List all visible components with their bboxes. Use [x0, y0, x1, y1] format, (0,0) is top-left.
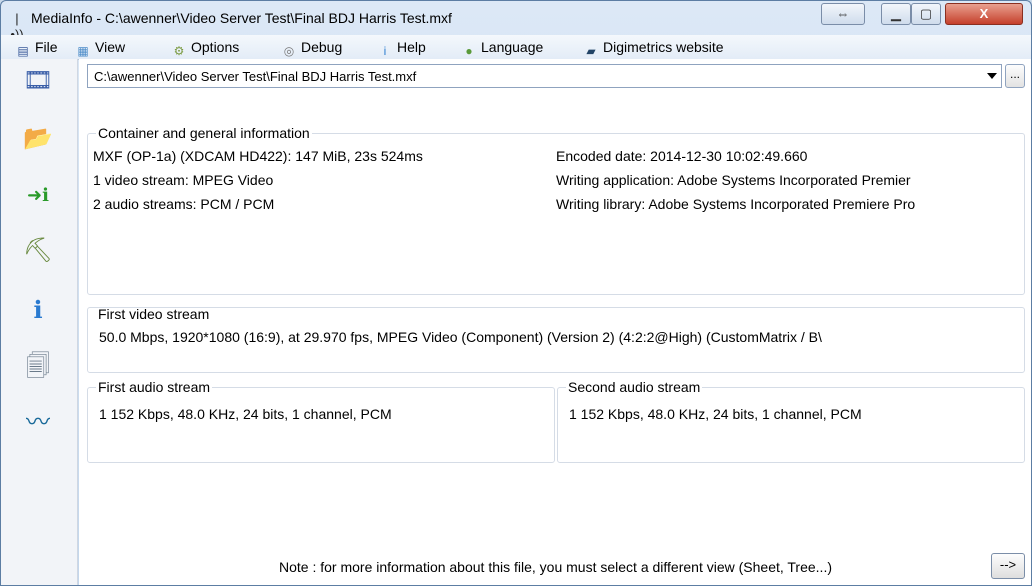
- menu-label: File: [35, 39, 58, 55]
- group-title: Container and general information: [96, 125, 312, 141]
- general-info-line: Writing library: Adobe Systems Incorpora…: [556, 196, 916, 212]
- window-title: MediaInfo - C:\awenner\Video Server Test…: [31, 10, 452, 26]
- minimize-icon: ▁: [891, 6, 901, 21]
- view-hint-note: Note : for more information about this f…: [279, 559, 832, 575]
- export-button[interactable]: ➜ℹ: [18, 175, 58, 215]
- close-button[interactable]: X: [945, 3, 1023, 25]
- menu-bar: ▤ File ▦ View ⚙ Options ◎ Debug i Help ● Langu…: [1, 35, 1031, 60]
- digimetrics-icon: ▰: [586, 44, 596, 58]
- maximize-icon: ▢: [919, 6, 933, 21]
- browse-button[interactable]: ...: [1005, 64, 1025, 88]
- menu-language[interactable]: ● Language: [461, 38, 544, 58]
- help-icon: i: [383, 44, 387, 58]
- close-icon: X: [979, 6, 989, 21]
- menu-label: Digimetrics website: [603, 39, 724, 55]
- group-title: First audio stream: [96, 379, 213, 395]
- debug-icon: ◎: [283, 44, 295, 58]
- mediainfo-window: |•)) MediaInfo - C:\awenner\Video Server…: [0, 0, 1032, 586]
- sidebar-toolbar: 🎞 📂 ➜ℹ ⛏ ℹ 🗐 〰: [1, 59, 78, 585]
- double-arrow-icon: ⇔: [836, 6, 850, 21]
- open-folder-button[interactable]: 📂: [18, 119, 58, 159]
- window-extra-button[interactable]: ⇔: [821, 3, 865, 25]
- general-info-line: MXF (OP-1a) (XDCAM HD422): 147 MiB, 23s …: [93, 148, 423, 164]
- menu-help[interactable]: i Help: [377, 38, 426, 58]
- menu-label: View: [95, 39, 126, 55]
- menu-label: Debug: [301, 39, 343, 55]
- about-button[interactable]: ℹ: [18, 291, 58, 331]
- general-info-line: 2 audio streams: PCM / PCM: [93, 196, 275, 212]
- mediainfo-app-icon: |•)): [10, 11, 23, 42]
- audio-stream-1-info: 1 152 Kbps, 48.0 KHz, 24 bits, 1 channel…: [99, 406, 392, 422]
- language-icon: ●: [465, 44, 473, 58]
- view-icon: ▦: [77, 44, 89, 58]
- file-path-text: C:\awenner\Video Server Test\Final BDJ H…: [94, 69, 417, 84]
- minimize-button[interactable]: ▁: [881, 3, 911, 25]
- next-view-button[interactable]: -->: [991, 553, 1025, 579]
- chevron-down-icon[interactable]: [987, 73, 997, 79]
- options-icon: ⚙: [173, 44, 185, 58]
- audio-stream-1-group: First audio stream 1 152 Kbps, 48.0 KHz,…: [87, 379, 555, 463]
- export-info-icon: ➜ℹ: [27, 185, 49, 205]
- documents-web-button[interactable]: 🗐: [18, 347, 58, 387]
- about-icon: ℹ: [33, 297, 43, 324]
- audio-stream-2-info: 1 152 Kbps, 48.0 KHz, 24 bits, 1 channel…: [569, 406, 862, 422]
- general-info-line: 1 video stream: MPEG Video: [93, 172, 274, 188]
- menu-digimetrics-website[interactable]: ▰ Digimetrics website: [583, 38, 724, 58]
- menu-file[interactable]: ▤ File: [15, 38, 58, 58]
- menu-view[interactable]: ▦ View: [75, 38, 126, 58]
- waveform-icon: 〰: [26, 409, 50, 436]
- menu-label: Language: [481, 39, 544, 55]
- general-info-group: Container and general information MXF (O…: [87, 125, 1025, 295]
- preferences-button[interactable]: ⛏: [18, 231, 58, 271]
- general-info-line: Writing application: Adobe Systems Incor…: [556, 172, 911, 188]
- file-icon: ▤: [17, 44, 29, 58]
- audio-stream-2-group: Second audio stream 1 152 Kbps, 48.0 KHz…: [557, 379, 1025, 463]
- menu-options[interactable]: ⚙ Options: [171, 38, 240, 58]
- file-path-combobox[interactable]: C:\awenner\Video Server Test\Final BDJ H…: [87, 64, 1002, 88]
- group-title: Second audio stream: [566, 379, 703, 395]
- open-file-icon: 🎞: [22, 67, 54, 94]
- main-panel: C:\awenner\Video Server Test\Final BDJ H…: [79, 59, 1031, 585]
- video-stream-info: 50.0 Mbps, 1920*1080 (16:9), at 29.970 f…: [99, 329, 822, 345]
- digimetrics-button[interactable]: 〰: [18, 403, 58, 443]
- title-bar[interactable]: |•)) MediaInfo - C:\awenner\Video Server…: [1, 1, 1031, 42]
- maximize-button[interactable]: ▢: [911, 3, 941, 25]
- menu-label: Options: [191, 39, 240, 55]
- menu-debug[interactable]: ◎ Debug: [281, 38, 343, 58]
- group-title: First video stream: [96, 307, 212, 322]
- documents-web-icon: 🗐: [26, 353, 50, 380]
- general-info-line: Encoded date: 2014-12-30 10:02:49.660: [556, 148, 808, 164]
- menu-label: Help: [397, 39, 426, 55]
- open-folder-icon: 📂: [23, 125, 53, 152]
- open-file-button[interactable]: 🎞: [18, 61, 58, 101]
- preferences-icon: ⛏: [22, 237, 54, 264]
- video-stream-group: First video stream 50.0 Mbps, 1920*1080 …: [87, 307, 1025, 373]
